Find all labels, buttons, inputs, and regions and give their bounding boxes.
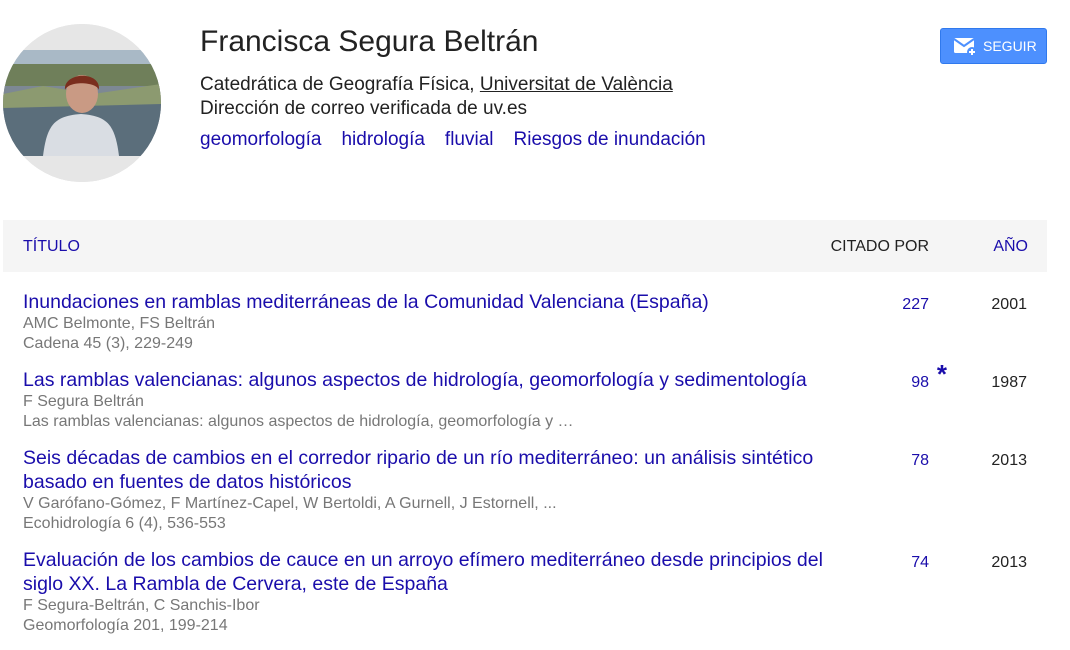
articles-list: Inundaciones en ramblas mediterráneas de… [23, 290, 1033, 650]
article-authors: F Segura Beltrán [23, 393, 144, 410]
article-venue: Ecohidrología 6 (4), 536-553 [23, 515, 226, 532]
article-venue: Geomorfología 201, 199-214 [23, 617, 228, 634]
article-venue: Cadena 45 (3), 229-249 [23, 335, 193, 352]
profile-photo [3, 24, 161, 182]
articles-table-header: TÍTULO CITADO POR AÑO [3, 220, 1047, 272]
verified-email: Dirección de correo verificada de uv.es [200, 98, 528, 119]
article-title-link[interactable]: Evaluación de los cambios de cauce en un… [23, 548, 843, 596]
follow-label: SEGUIR [983, 38, 1037, 54]
cited-by-link[interactable]: 98 [911, 373, 929, 393]
interest-link[interactable]: Riesgos de inundación [514, 128, 706, 152]
article-authors: F Segura-Beltrán, C Sanchis-Ibor [23, 597, 260, 614]
interest-list: geomorfología hidrología fluvial Riesgos… [200, 128, 706, 152]
cited-by-link[interactable]: 78 [911, 451, 929, 471]
article-title-link[interactable]: Seis décadas de cambios en el corredor r… [23, 446, 843, 494]
table-row: Evaluación de los cambios de cauce en un… [23, 548, 1033, 636]
article-authors: AMC Belmonte, FS Beltrán [23, 315, 216, 332]
cited-by-link[interactable]: 74 [911, 553, 929, 573]
article-year: 2001 [991, 296, 1027, 313]
sort-by-year-header[interactable]: AÑO [993, 237, 1028, 257]
sort-by-title-header[interactable]: TÍTULO [23, 237, 80, 257]
article-year: 2013 [991, 554, 1027, 571]
article-year: 2013 [991, 452, 1027, 469]
scholar-profile-page: Francisca Segura Beltrán Catedrática de … [0, 0, 1070, 650]
profile-affiliation: Catedrática de Geografía Física, Univers… [200, 73, 673, 97]
avatar[interactable] [3, 24, 161, 182]
table-row: Inundaciones en ramblas mediterráneas de… [23, 290, 1033, 354]
affiliation-org-link[interactable]: Universitat de València [480, 74, 673, 95]
table-row: Las ramblas valencianas: algunos aspecto… [23, 361, 1033, 432]
profile-name: Francisca Segura Beltrán [200, 25, 539, 58]
email-add-icon [953, 38, 977, 57]
affiliation-prefix: Catedrática de Geografía Física, [200, 74, 480, 95]
interest-link[interactable]: geomorfología [200, 128, 321, 152]
article-title-link[interactable]: Las ramblas valencianas: algunos aspecto… [23, 368, 843, 392]
article-venue: Las ramblas valencianas: algunos aspecto… [23, 413, 574, 430]
interest-link[interactable]: fluvial [445, 128, 494, 152]
table-row: Seis décadas de cambios en el corredor r… [23, 446, 1033, 534]
article-year: 1987 [991, 374, 1027, 391]
cited-by-link[interactable]: 227 [902, 295, 929, 315]
interest-link[interactable]: hidrología [341, 128, 424, 152]
cited-by-header: CITADO POR [830, 238, 929, 255]
follow-button[interactable]: SEGUIR [940, 28, 1047, 64]
article-title-link[interactable]: Inundaciones en ramblas mediterráneas de… [23, 290, 843, 314]
article-authors: V Garófano-Gómez, F Martínez-Capel, W Be… [23, 495, 557, 512]
merged-citations-star: * [936, 359, 947, 389]
